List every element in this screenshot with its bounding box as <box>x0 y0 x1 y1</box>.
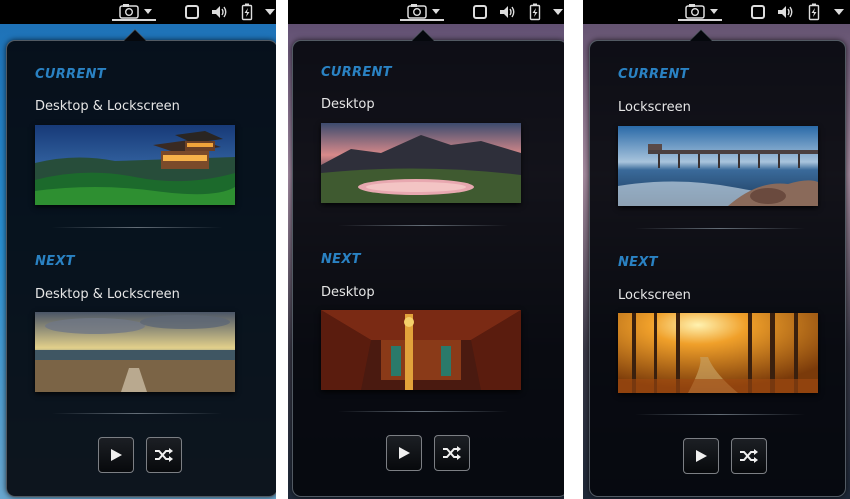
ornate-temple-interior-image <box>321 310 521 390</box>
battery-icon[interactable] <box>240 3 254 21</box>
top-bar <box>288 0 564 24</box>
play-button[interactable] <box>98 437 134 473</box>
section-divider <box>338 225 508 226</box>
current-heading: CURRENT <box>35 67 106 82</box>
play-icon <box>696 450 707 462</box>
current-wallpaper-thumbnail[interactable] <box>35 125 235 205</box>
beach-sunset-boardwalk-image <box>35 312 235 392</box>
play-icon <box>111 449 122 461</box>
next-heading: NEXT <box>321 252 361 267</box>
shuffle-button[interactable] <box>146 437 182 473</box>
battery-icon[interactable] <box>528 3 542 21</box>
next-wallpaper-thumbnail[interactable] <box>35 312 235 392</box>
system-menu-arrow-icon[interactable] <box>264 3 276 21</box>
autumn-forest-path-image <box>618 313 818 393</box>
ocean-pier-rocks-image <box>618 126 818 206</box>
section-divider-2 <box>52 413 222 414</box>
volume-icon[interactable] <box>497 3 519 21</box>
window-icon[interactable] <box>749 3 767 21</box>
section-divider <box>52 227 222 228</box>
shuffle-icon <box>443 446 461 460</box>
camera-icon <box>119 4 152 19</box>
next-heading: NEXT <box>35 254 75 269</box>
system-menu-arrow-icon[interactable] <box>833 3 845 21</box>
wallpaper-menu-button[interactable] <box>112 3 156 21</box>
shuffle-icon <box>155 448 173 462</box>
wallpaper-popup: CURRENT Desktop & Lockscreen NEXT Deskto… <box>6 40 276 497</box>
wallpaper-popup: CURRENT Desktop NEXT Desktop <box>292 40 564 497</box>
next-target-label: Desktop & Lockscreen <box>35 287 180 302</box>
panel-3: CURRENT Lockscreen NEXT Lockscreen <box>583 0 850 499</box>
next-target-label: Lockscreen <box>618 288 691 303</box>
play-button[interactable] <box>683 438 719 474</box>
mountain-lake-sunset-image <box>321 123 521 203</box>
japanese-temple-hillside-image <box>35 125 235 205</box>
shuffle-icon <box>740 449 758 463</box>
system-menu-arrow-icon[interactable] <box>552 3 564 21</box>
volume-icon[interactable] <box>209 3 231 21</box>
top-bar <box>583 0 850 24</box>
current-target-label: Desktop & Lockscreen <box>35 99 180 114</box>
play-icon <box>399 447 410 459</box>
top-bar <box>0 0 276 24</box>
next-target-label: Desktop <box>321 285 375 300</box>
wallpaper-popup: CURRENT Lockscreen NEXT Lockscreen <box>589 40 846 497</box>
panel-2: CURRENT Desktop NEXT Desktop <box>288 0 564 499</box>
battery-icon[interactable] <box>807 3 821 21</box>
panel-1: CURRENT Desktop & Lockscreen NEXT Deskto… <box>0 0 276 499</box>
current-wallpaper-thumbnail[interactable] <box>321 123 521 203</box>
wallpaper-menu-button[interactable] <box>678 3 722 21</box>
section-divider <box>635 228 805 229</box>
next-wallpaper-thumbnail[interactable] <box>618 313 818 393</box>
shuffle-button[interactable] <box>434 435 470 471</box>
current-wallpaper-thumbnail[interactable] <box>618 126 818 206</box>
window-icon[interactable] <box>471 3 489 21</box>
camera-icon <box>407 4 440 19</box>
next-heading: NEXT <box>618 255 658 270</box>
current-target-label: Desktop <box>321 97 375 112</box>
section-divider-2 <box>635 414 805 415</box>
next-wallpaper-thumbnail[interactable] <box>321 310 521 390</box>
window-icon[interactable] <box>183 3 201 21</box>
shuffle-button[interactable] <box>731 438 767 474</box>
current-heading: CURRENT <box>618 67 689 82</box>
current-target-label: Lockscreen <box>618 100 691 115</box>
play-button[interactable] <box>386 435 422 471</box>
volume-icon[interactable] <box>775 3 797 21</box>
camera-icon <box>685 4 718 19</box>
section-divider-2 <box>338 411 508 412</box>
wallpaper-menu-button[interactable] <box>400 3 444 21</box>
current-heading: CURRENT <box>321 65 392 80</box>
